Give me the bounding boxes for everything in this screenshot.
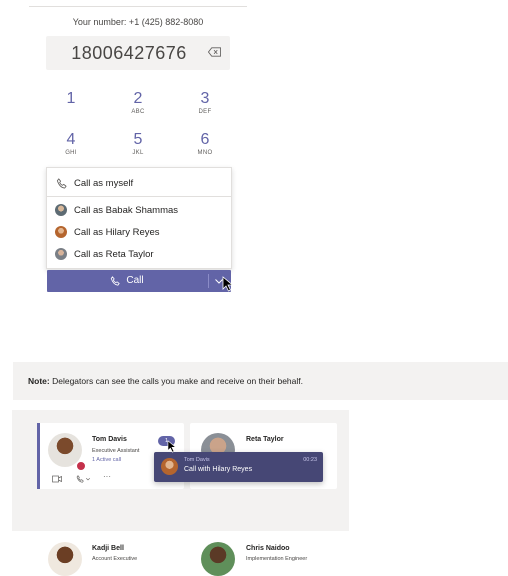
contact-name: Chris Naidoo [246, 545, 290, 552]
active-call-tooltip[interactable]: Tom Davis Call with Hilary Reyes 00:23 [154, 452, 323, 482]
dialpad-key-1[interactable]: 1 [41, 90, 101, 109]
contact-role: Account Executive [92, 556, 138, 562]
avatar [55, 248, 67, 260]
phone-icon [111, 276, 121, 286]
more-options-icon[interactable]: ··· [103, 473, 111, 481]
entered-number: 18006427676 [71, 43, 187, 63]
note-label: Note: [28, 376, 50, 386]
cursor-icon [167, 440, 177, 453]
button-divider [208, 274, 209, 288]
contact-name: Reta Taylor [246, 436, 284, 443]
active-indicator [37, 423, 40, 489]
menu-item-call-as-reta[interactable]: Call as Reta Taylor [55, 246, 225, 262]
call-as-menu: Call as myself Call as Babak Shammas Cal… [46, 167, 232, 269]
note-text: Delegators can see the calls you make an… [49, 376, 303, 386]
divider [29, 6, 247, 7]
backspace-icon[interactable] [208, 47, 221, 57]
phone-icon [55, 177, 67, 189]
avatar [55, 226, 67, 238]
active-call-status: 1 Active call [92, 457, 122, 463]
menu-item-call-as-babak[interactable]: Call as Babak Shammas [55, 202, 225, 218]
contact-name: Tom Davis [92, 436, 127, 443]
menu-item-label: Call as Babak Shammas [74, 204, 179, 216]
menu-item-call-as-myself[interactable]: Call as myself [55, 175, 225, 191]
video-icon[interactable] [52, 475, 62, 483]
avatar [201, 542, 235, 576]
avatar [161, 458, 178, 475]
dialpad-key-4[interactable]: 4 GHI [41, 131, 101, 156]
call-button[interactable]: Call [47, 270, 231, 292]
chevron-down-icon[interactable] [85, 476, 91, 482]
contact-name: Kadji Bell [92, 545, 124, 552]
avatar [55, 204, 67, 216]
menu-item-call-as-hilary[interactable]: Call as Hilary Reyes [55, 224, 225, 240]
contact-card-partial[interactable] [343, 532, 353, 572]
number-input[interactable]: 18006427676 [46, 36, 230, 70]
cursor-icon [222, 276, 234, 292]
dialpad-key-5[interactable]: 5 JKL [108, 131, 168, 156]
dialpad-key-3[interactable]: 3 DEF [175, 90, 235, 115]
note-banner: Note: Delegators can see the calls you m… [13, 362, 508, 400]
tooltip-text: Call with Hilary Reyes [184, 466, 253, 473]
call-button-label: Call [126, 275, 144, 286]
phone-icon[interactable] [76, 475, 84, 483]
dialpad-key-6[interactable]: 6 MNO [175, 131, 235, 156]
tooltip-caller: Tom Davis [184, 457, 210, 463]
your-number-label: Your number: +1 (425) 882-8080 [72, 17, 204, 27]
menu-item-label: Call as Hilary Reyes [74, 226, 160, 238]
status-badge [76, 461, 86, 471]
menu-divider [47, 196, 231, 197]
contact-role: Implementation Engineer [246, 556, 308, 562]
contact-role: Executive Assistant [92, 448, 140, 454]
dialpad-key-2[interactable]: 2 ABC [108, 90, 168, 115]
menu-item-label: Call as myself [74, 177, 134, 189]
call-duration: 00:23 [303, 457, 317, 463]
avatar [48, 542, 82, 576]
menu-item-label: Call as Reta Taylor [74, 248, 154, 260]
